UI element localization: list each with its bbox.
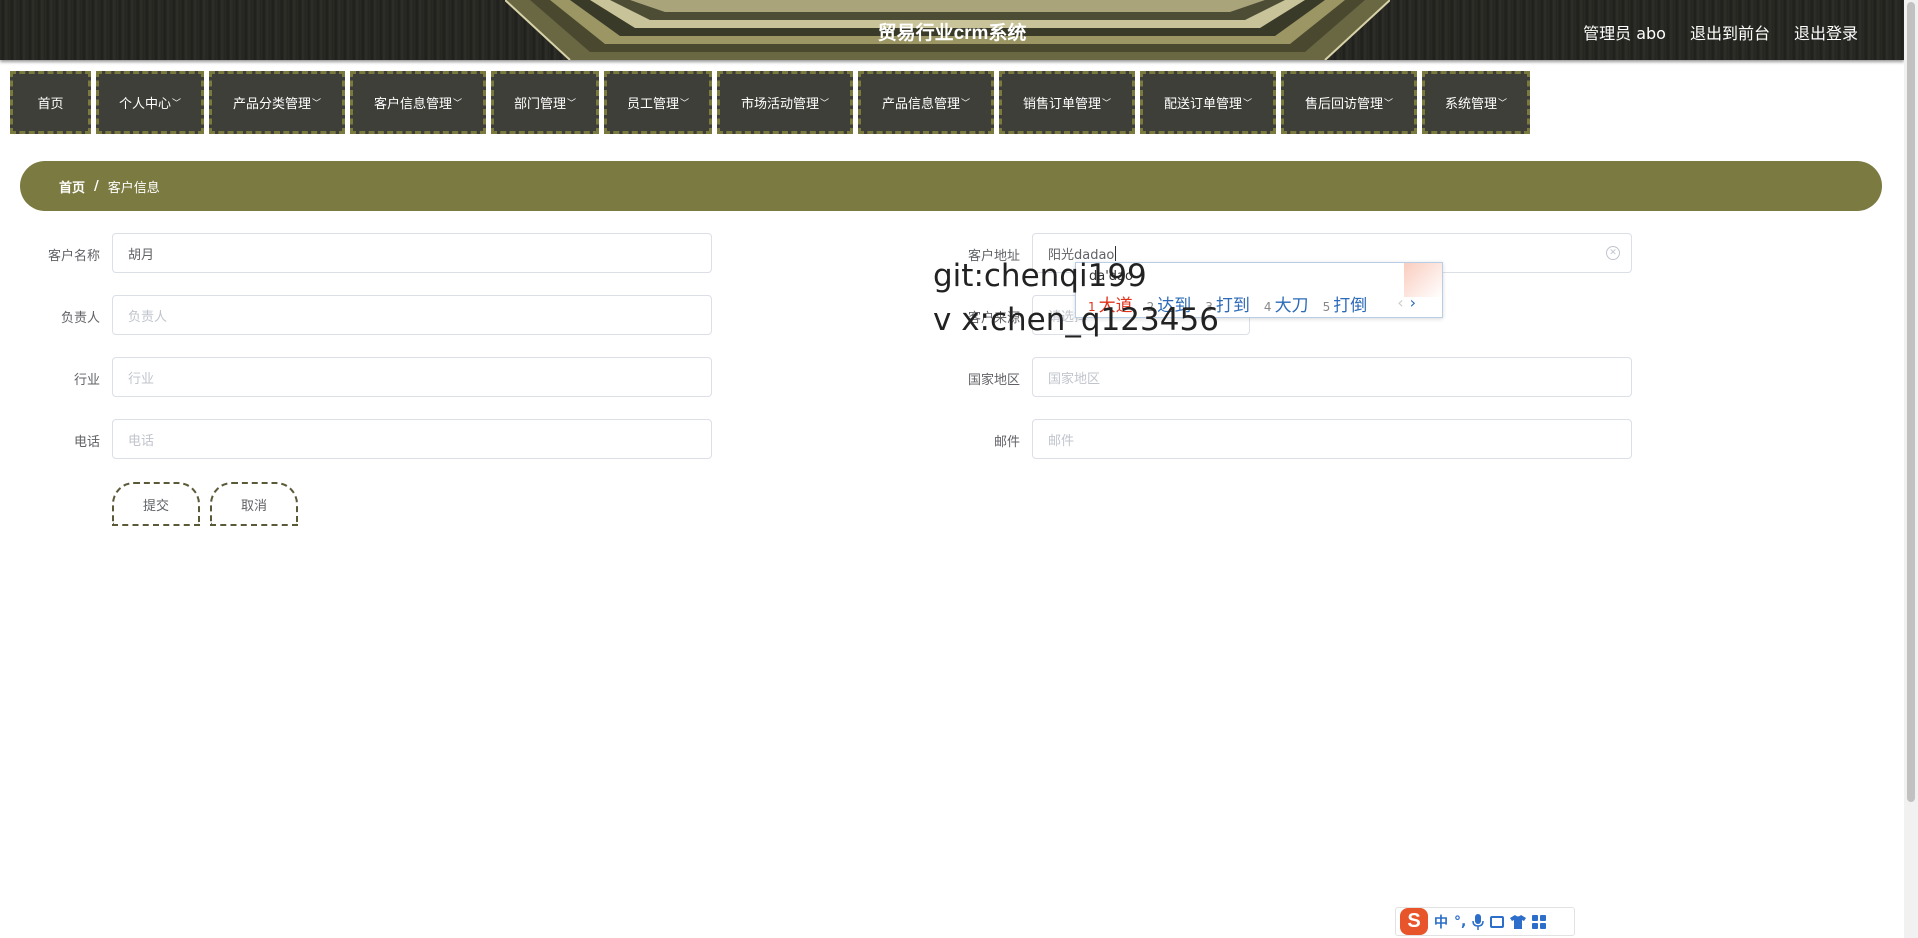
nav-item-sales-order[interactable]: 销售订单管理 ﹀ [999,71,1135,134]
toolbox-grid-icon[interactable] [1532,914,1547,929]
cancel-label: 取消 [240,498,267,514]
industry-input[interactable]: 行业 [112,357,712,397]
nav-label: 销售订单管理 [1022,97,1101,112]
nav-item-personal-center[interactable]: 个人中心 ﹀ [96,71,204,134]
nav-label: 部门管理 [513,97,566,112]
owner-placeholder: 负责人 [128,309,168,325]
skin-shirt-icon[interactable] [1510,914,1527,929]
chevron-down-icon: ﹀ [1384,99,1394,109]
ime-toolbar: S 中 °, [1395,907,1575,936]
chevron-down-icon: ﹀ [312,99,322,109]
chevron-down-icon: ﹀ [1498,99,1508,109]
nav-item-delivery-order[interactable]: 配送订单管理 ﹀ [1140,71,1276,134]
chevron-down-icon: ﹀ [820,99,830,109]
ime-page-arrows: ‹ › [1397,293,1416,312]
header-links: 管理员 abo 退出到前台 退出登录 [1583,20,1858,44]
phone-placeholder: 电话 [128,433,155,449]
country-input[interactable]: 国家地区 [1032,357,1632,397]
submit-button[interactable]: 提交 [112,482,200,526]
chevron-down-icon: ﹀ [961,99,971,109]
chevron-left-icon[interactable]: ‹ [1397,293,1403,312]
breadcrumb-separator: / [94,178,99,194]
phone-input[interactable]: 电话 [112,419,712,459]
sogou-logo-icon[interactable]: S [1400,908,1428,935]
top-header: 贸易行业crm系统 管理员 abo 退出到前台 退出登录 [0,0,1904,60]
nav-label: 系统管理 [1444,97,1497,112]
breadcrumb: 首页 / 客户信息 [20,161,1882,211]
nav-label: 个人中心 [118,97,171,112]
industry-placeholder: 行业 [128,371,155,387]
nav-label: 产品分类管理 [232,97,311,112]
cancel-button[interactable]: 取消 [210,482,298,526]
chevron-down-icon: ﹀ [567,99,577,109]
chevron-down-icon: ﹀ [453,99,463,109]
customer-name-value: 胡月 [128,247,155,263]
nav-label: 配送订单管理 [1163,97,1242,112]
breadcrumb-current: 客户信息 [107,180,160,196]
watermark-line-1: git:chenqi199 [933,258,1147,294]
chinese-mode-icon[interactable]: 中 [1434,912,1448,932]
chevron-down-icon: ﹀ [1243,99,1253,109]
admin-user-link[interactable]: 管理员 abo [1583,20,1666,44]
customer-name-label: 客户名称 [47,249,100,264]
nav-label: 首页 [37,97,64,112]
nav-item-product-category[interactable]: 产品分类管理 ﹀ [209,71,345,134]
keyboard-icon[interactable] [1490,915,1505,928]
country-placeholder: 国家地区 [1048,371,1101,387]
submit-label: 提交 [142,498,169,514]
main-nav: 首页 个人中心 ﹀ 产品分类管理 ﹀ 客户信息管理 ﹀ 部门管理 ﹀ 员工管理 ﹀ 市场活… [10,71,1530,134]
nav-item-after-sales[interactable]: 售后回访管理 ﹀ [1281,71,1417,134]
vertical-scrollbar[interactable] [1904,0,1918,938]
sogou-logo-icon [1404,263,1442,297]
nav-item-marketing[interactable]: 市场活动管理 ﹀ [717,71,853,134]
watermark-line-2: v x:chen_q123456 [933,302,1219,338]
owner-label: 负责人 [60,311,100,326]
chevron-down-icon: ﹀ [680,99,690,109]
chevron-down-icon: ﹀ [172,99,182,109]
customer-name-input[interactable]: 胡月 [112,233,712,273]
owner-input[interactable]: 负责人 [112,295,712,335]
nav-item-system[interactable]: 系统管理 ﹀ [1422,71,1530,134]
nav-item-product-info[interactable]: 产品信息管理 ﹀ [858,71,994,134]
phone-label: 电话 [73,435,100,450]
email-placeholder: 邮件 [1048,433,1075,449]
nav-item-customer-info[interactable]: 客户信息管理 ﹀ [350,71,486,134]
nav-item-home[interactable]: 首页 [10,71,91,134]
nav-item-employee[interactable]: 员工管理 ﹀ [604,71,712,134]
logout-link[interactable]: 退出登录 [1794,20,1858,44]
nav-label: 售后回访管理 [1304,97,1383,112]
chevron-right-icon[interactable]: › [1410,293,1416,312]
nav-label: 客户信息管理 [373,97,452,112]
nav-label: 员工管理 [626,97,679,112]
chevron-down-icon: ﹀ [1102,99,1112,109]
microphone-icon[interactable] [1472,913,1485,930]
breadcrumb-home[interactable]: 首页 [59,177,85,196]
email-input[interactable]: 邮件 [1032,419,1632,459]
exit-to-frontend-link[interactable]: 退出到前台 [1690,20,1770,44]
clear-icon[interactable]: ✕ [1606,246,1620,260]
page: 贸易行业crm系统 管理员 abo 退出到前台 退出登录 首页 个人中心 ﹀ 产品… [0,0,1918,938]
nav-label: 产品信息管理 [881,97,960,112]
industry-label: 行业 [73,373,100,388]
ime-candidate[interactable]: 5 打倒 [1323,291,1368,316]
nav-label: 市场活动管理 [740,97,819,112]
scrollbar-thumb[interactable] [1907,2,1915,802]
ime-candidate[interactable]: 4 大刀 [1264,291,1309,316]
punctuation-icon[interactable]: °, [1454,914,1466,930]
email-label: 邮件 [993,435,1020,450]
nav-item-department[interactable]: 部门管理 ﹀ [491,71,599,134]
country-label: 国家地区 [967,373,1020,388]
